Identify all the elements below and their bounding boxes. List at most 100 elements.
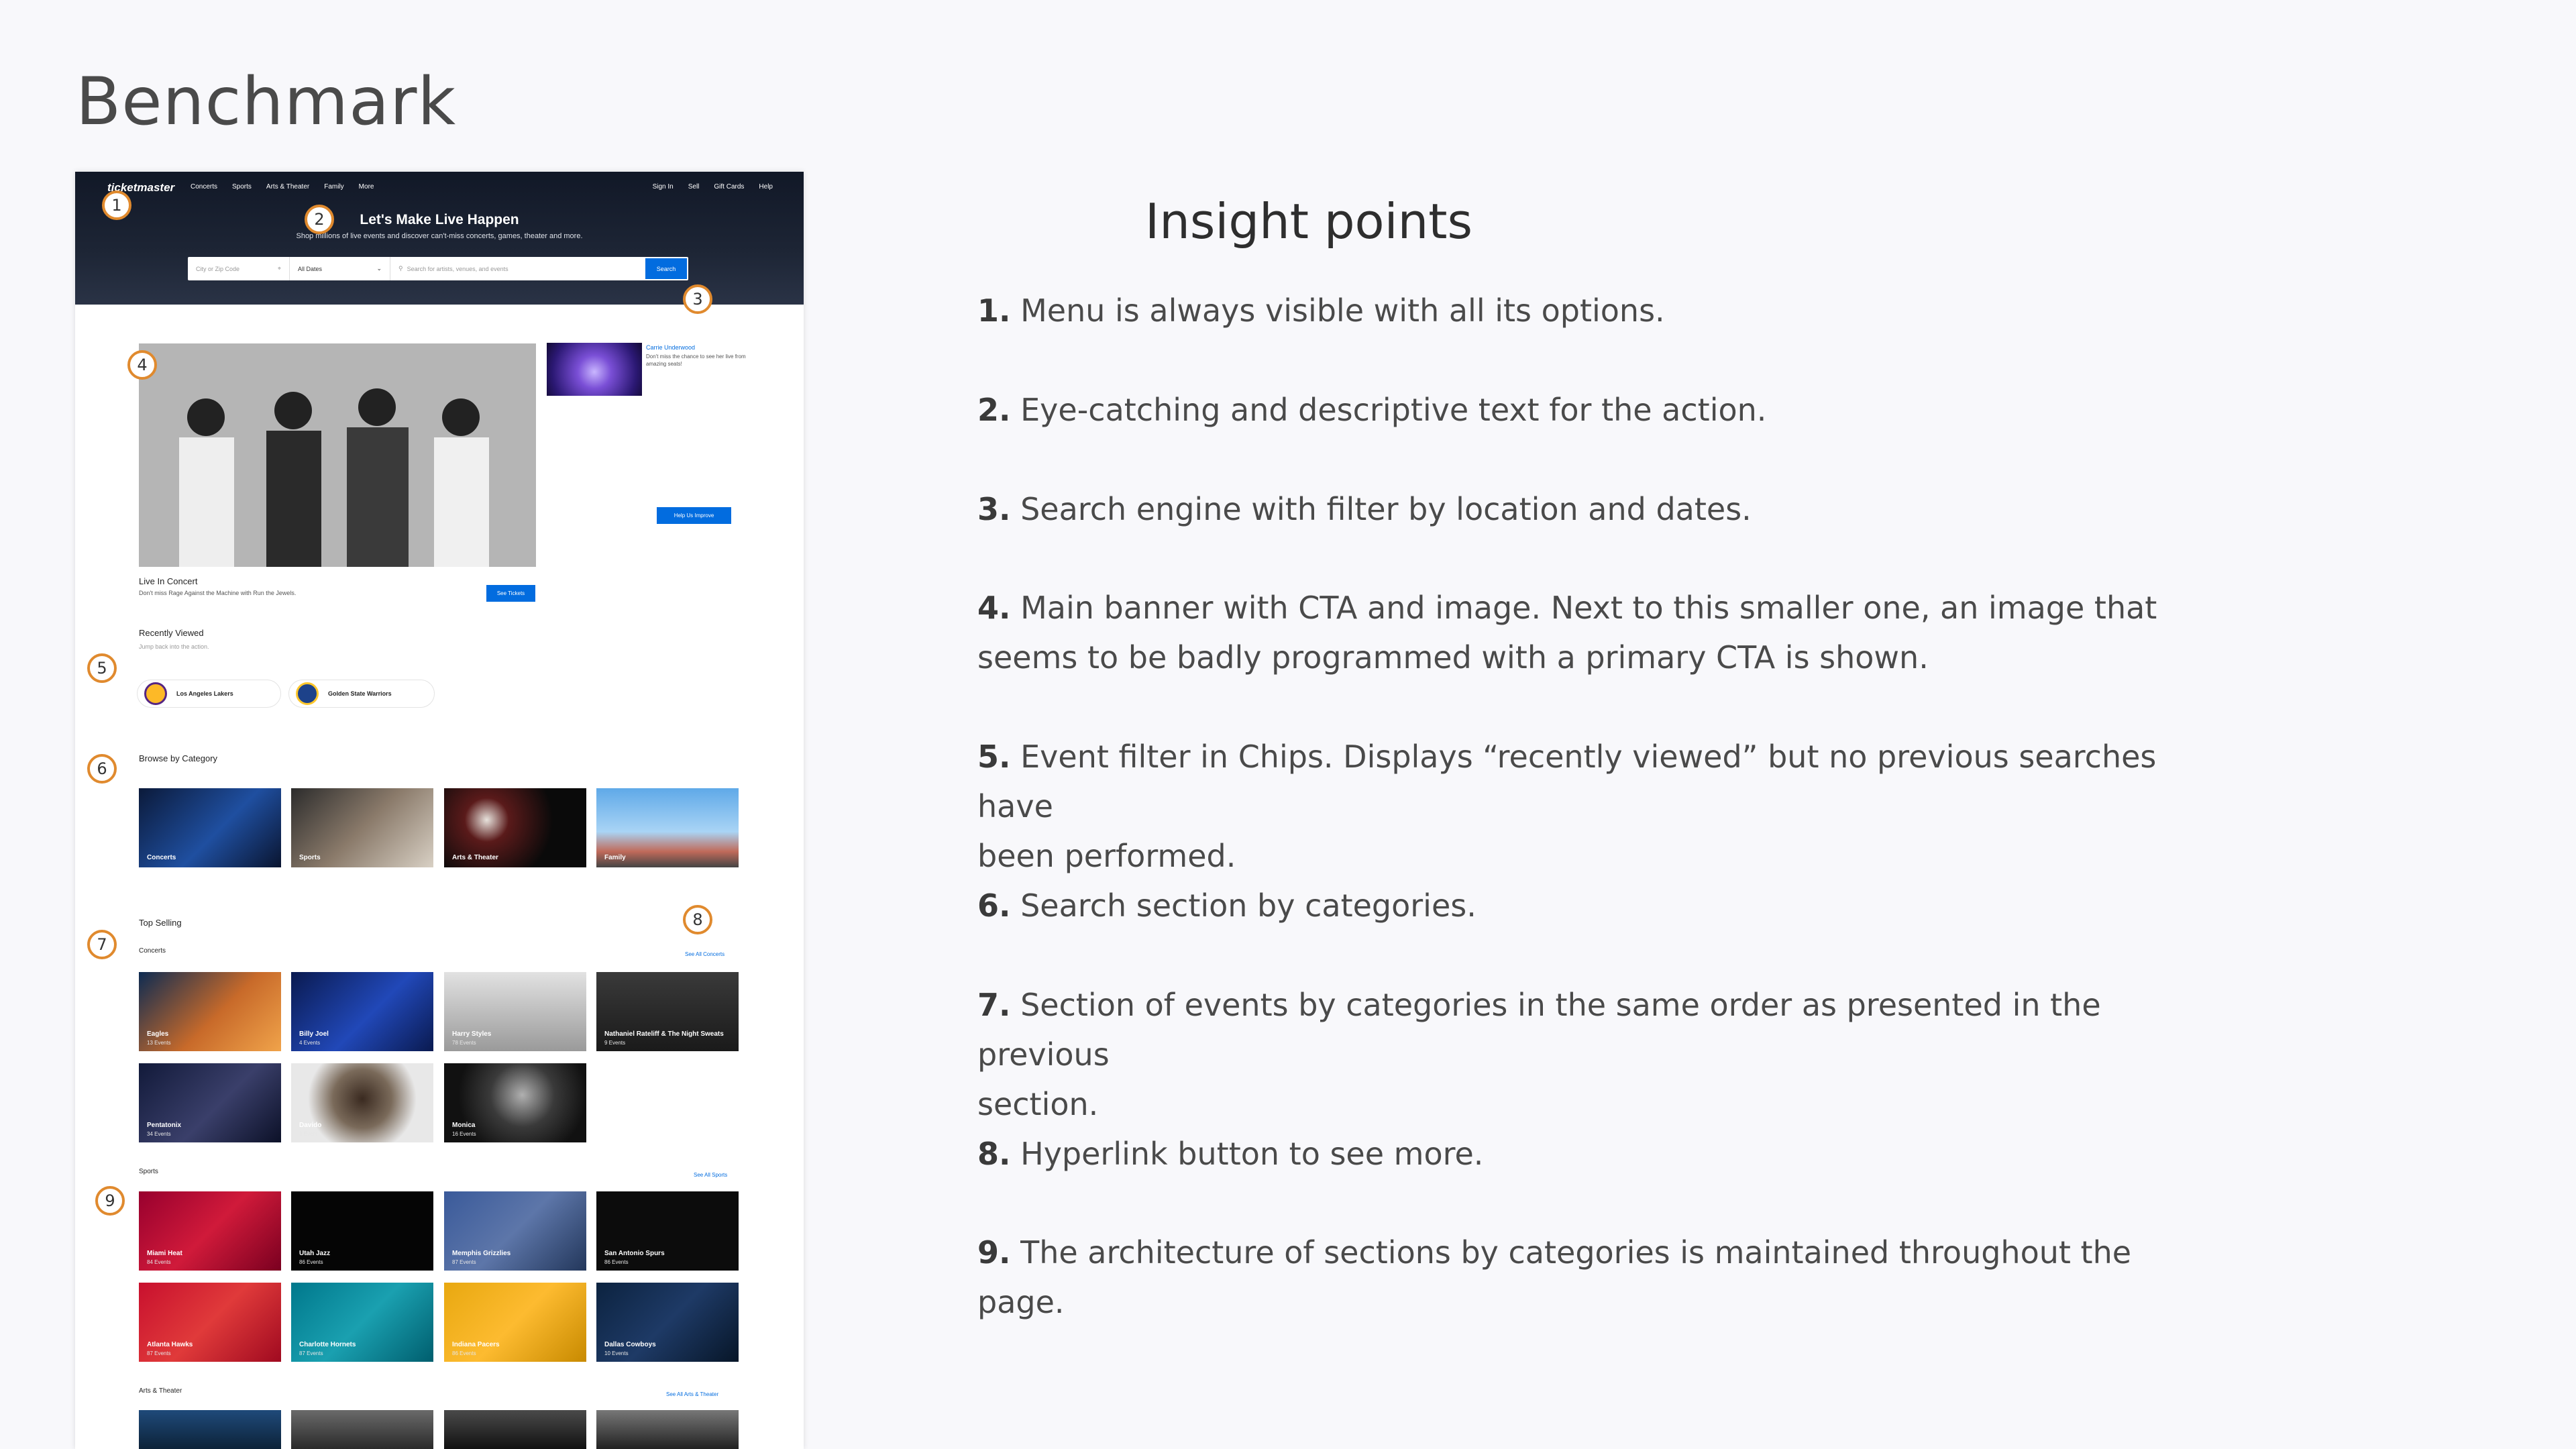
sports-card[interactable]: Indiana Pacers 86 Events (444, 1283, 586, 1362)
location-pin-icon: ⌖ (277, 265, 281, 272)
nav-item-more[interactable]: More (359, 183, 374, 191)
chip-lakers[interactable]: Los Angeles Lakers (137, 680, 281, 708)
card-title: Harry Styles (452, 1030, 492, 1038)
sports-section-title: Sports (139, 1168, 158, 1175)
card-count: 87 Events (299, 1350, 323, 1356)
dates-select[interactable]: All Dates ⌄ (290, 257, 390, 280)
insight-text: Menu is always visible with all its opti… (1020, 292, 1665, 329)
sports-card[interactable]: Atlanta Hawks 87 Events (139, 1283, 281, 1362)
recently-viewed-title: Recently Viewed (139, 628, 204, 638)
insight-text: Section of events by categories in the s… (977, 987, 2101, 1073)
card-title: Pentatonix (147, 1122, 182, 1129)
insight-text: Hyperlink button to see more. (1020, 1136, 1484, 1172)
recently-viewed-subtitle: Jump back into the action. (139, 643, 209, 650)
concert-card[interactable]: Monica 16 Events (444, 1063, 586, 1142)
search-input[interactable]: ⚲ Search for artists, venues, and events (390, 257, 645, 280)
category-label: Family (604, 854, 626, 861)
insight-number: 9. (977, 1234, 1011, 1271)
callout-badge-7: 7 (87, 930, 117, 959)
card-count: 10 Events (604, 1350, 629, 1356)
arts-card[interactable] (444, 1410, 586, 1449)
see-tickets-button[interactable]: See Tickets (486, 585, 535, 602)
insight-item-4: 4. Main banner with CTA and image. Next … (977, 583, 2158, 682)
search-button[interactable]: Search (645, 258, 687, 279)
sports-card[interactable]: Charlotte Hornets 87 Events (291, 1283, 433, 1362)
insight-text-cont: been performed. (977, 838, 1236, 874)
sports-card[interactable]: Utah Jazz 86 Events (291, 1191, 433, 1271)
arts-card[interactable] (596, 1410, 739, 1449)
category-label: Concerts (147, 854, 176, 861)
arts-card[interactable] (291, 1410, 433, 1449)
card-count: 87 Events (452, 1259, 476, 1265)
arts-section-title: Arts & Theater (139, 1387, 182, 1395)
card-title: Nathaniel Rateliff & The Night Sweats (604, 1030, 724, 1038)
concerts-section-title: Concerts (139, 947, 166, 955)
insight-item-7: 7. Section of events by categories in th… (977, 980, 2158, 1129)
lakers-logo-icon (144, 682, 167, 705)
concert-card[interactable]: Nathaniel Rateliff & The Night Sweats 9 E… (596, 972, 739, 1051)
nav-item-arts-theater[interactable]: Arts & Theater (266, 183, 309, 191)
card-count: 87 Events (147, 1350, 171, 1356)
concert-card[interactable]: Davido 1 Event (291, 1063, 433, 1142)
sell-link[interactable]: Sell (688, 183, 700, 191)
nav-item-sports[interactable]: Sports (232, 183, 252, 191)
help-us-improve-button[interactable]: Help Us Improve (657, 507, 731, 524)
sports-card[interactable]: Memphis Grizzlies 87 Events (444, 1191, 586, 1271)
browse-title: Browse by Category (139, 753, 218, 763)
gift-cards-link[interactable]: Gift Cards (714, 183, 744, 191)
card-count: 4 Events (299, 1040, 321, 1046)
insight-text: The architecture of sections by categori… (977, 1234, 2132, 1320)
search-icon: ⚲ (398, 265, 403, 272)
card-title: Charlotte Hornets (299, 1341, 356, 1348)
concert-card[interactable]: Eagles 13 Events (139, 972, 281, 1051)
concert-card[interactable]: Harry Styles 78 Events (444, 972, 586, 1051)
card-count: 86 Events (452, 1350, 476, 1356)
location-placeholder: City or Zip Code (196, 265, 240, 272)
main-banner-image[interactable] (139, 343, 536, 567)
sports-card[interactable]: Dallas Cowboys 10 Events (596, 1283, 739, 1362)
concert-card[interactable]: Billy Joel 4 Events (291, 972, 433, 1051)
card-title: Memphis Grizzlies (452, 1250, 511, 1257)
card-count: 84 Events (147, 1259, 171, 1265)
benchmark-screenshot: ticketmaster Concerts Sports Arts & Thea… (75, 172, 804, 1449)
insight-text: Search engine with filter by location an… (1020, 491, 1752, 527)
card-title: Dallas Cowboys (604, 1341, 656, 1348)
sports-card[interactable]: San Antonio Spurs 86 Events (596, 1191, 739, 1271)
insights-title: Insight points (1145, 193, 1472, 250)
category-card-concerts[interactable]: Concerts (139, 788, 281, 867)
callout-badge-8: 8 (683, 905, 712, 934)
insight-text: Search section by categories. (1020, 888, 1477, 924)
insight-number: 6. (977, 888, 1011, 924)
callout-badge-2: 2 (305, 205, 334, 234)
card-count: 34 Events (147, 1131, 171, 1137)
insight-item-1: 1. Menu is always visible with all its o… (977, 286, 2158, 335)
concert-card[interactable]: Pentatonix 34 Events (139, 1063, 281, 1142)
see-all-arts-link[interactable]: See All Arts & Theater (666, 1391, 718, 1397)
card-count: 78 Events (452, 1040, 476, 1046)
card-title: Monica (452, 1122, 476, 1129)
nav-item-family[interactable]: Family (324, 183, 343, 191)
insight-number: 8. (977, 1136, 1011, 1172)
category-card-arts-theater[interactable]: Arts & Theater (444, 788, 586, 867)
sign-in-link[interactable]: Sign In (653, 183, 674, 191)
insight-text: Main banner with CTA and image. Next to … (1020, 590, 2157, 626)
category-card-sports[interactable]: Sports (291, 788, 433, 867)
chip-label: Golden State Warriors (328, 690, 392, 697)
chip-warriors[interactable]: Golden State Warriors (288, 680, 435, 708)
promo-side-link[interactable]: Carrie Underwood (646, 344, 695, 351)
card-title: Atlanta Hawks (147, 1341, 193, 1348)
nav-item-concerts[interactable]: Concerts (191, 183, 217, 191)
insight-text-cont: seems to be badly programmed with a prim… (977, 639, 1929, 676)
hero-subtitle: Shop millions of live events and discove… (296, 232, 583, 240)
see-all-sports-link[interactable]: See All Sports (694, 1172, 727, 1178)
category-card-family[interactable]: Family (596, 788, 739, 867)
help-link[interactable]: Help (759, 183, 773, 191)
hero-title: Let's Make Live Happen (360, 212, 519, 227)
sports-card[interactable]: Miami Heat 84 Events (139, 1191, 281, 1271)
category-label: Arts & Theater (452, 854, 498, 861)
location-field[interactable]: City or Zip Code ⌖ (188, 257, 290, 280)
promo-side-image[interactable] (547, 343, 642, 396)
card-title: Miami Heat (147, 1250, 182, 1257)
arts-card[interactable] (139, 1410, 281, 1449)
see-all-concerts-link[interactable]: See All Concerts (685, 951, 724, 957)
